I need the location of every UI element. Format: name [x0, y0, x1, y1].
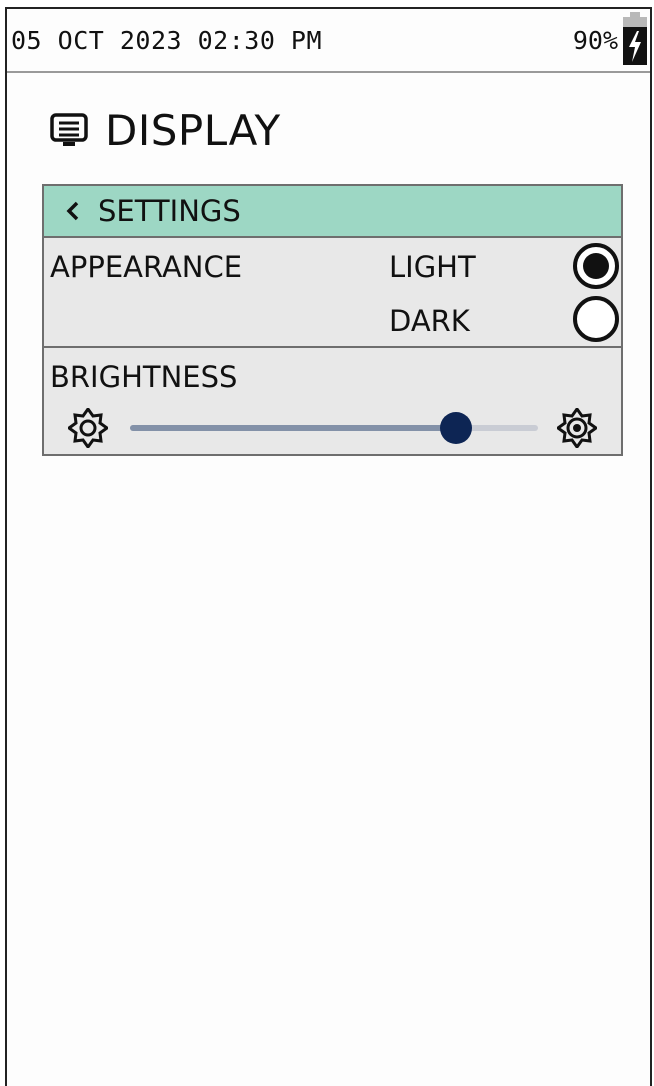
status-bar: 05 OCT 2023 02:30 PM 90% — [7, 9, 650, 73]
radio-dark[interactable] — [573, 296, 619, 342]
brightness-section: BRIGHTNESS — [44, 348, 621, 454]
battery-percent: 90% — [572, 26, 618, 55]
appearance-label: APPEARANCE — [50, 250, 243, 284]
brightness-label: BRIGHTNESS — [50, 360, 238, 394]
page-title: DISPLAY — [105, 105, 281, 155]
display-icon — [50, 113, 88, 146]
brightness-slider[interactable] — [130, 412, 538, 444]
sun-high-icon — [557, 408, 597, 448]
status-datetime: 05 OCT 2023 02:30 PM — [11, 26, 323, 55]
option-dark-label: DARK — [389, 304, 470, 338]
sun-low-icon — [68, 408, 108, 448]
chevron-left-icon — [66, 201, 79, 221]
appearance-section: APPEARANCE LIGHT DARK — [44, 238, 621, 348]
battery-charging-icon — [623, 12, 647, 65]
radio-selected-dot — [583, 253, 609, 279]
option-light-label: LIGHT — [389, 250, 476, 284]
radio-light[interactable] — [573, 243, 619, 289]
slider-fill — [130, 425, 457, 431]
device-screen: 05 OCT 2023 02:30 PM 90% DISPLAY SETTING… — [5, 7, 652, 1086]
page-header: DISPLAY — [49, 105, 281, 155]
slider-thumb[interactable] — [440, 412, 473, 444]
back-to-settings-button[interactable]: SETTINGS — [44, 186, 621, 238]
back-button-label: SETTINGS — [98, 194, 241, 228]
display-settings-panel: SETTINGS APPEARANCE LIGHT DARK BRIGHTNES… — [42, 184, 623, 456]
